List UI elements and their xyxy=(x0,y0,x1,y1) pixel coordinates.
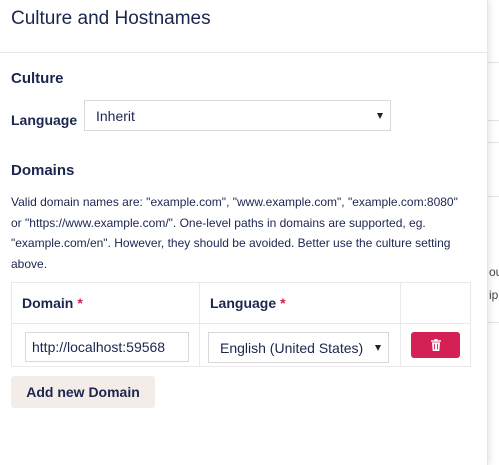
add-new-domain-button[interactable]: Add new Domain xyxy=(11,376,155,408)
background-divider xyxy=(488,322,499,323)
required-marker: * xyxy=(77,295,83,311)
dialog-header: Culture and Hostnames xyxy=(0,0,487,53)
caret-down-icon xyxy=(375,344,381,351)
background-divider xyxy=(488,142,499,143)
caret-down-icon xyxy=(377,112,383,119)
background-divider xyxy=(488,196,499,197)
domain-language-value: English (United States) xyxy=(220,339,364,356)
background-page: ou ip xyxy=(488,0,499,465)
trash-icon xyxy=(430,339,441,351)
culture-language-value: Inherit xyxy=(96,107,135,124)
background-text-fragment: ou xyxy=(489,265,499,279)
background-divider xyxy=(488,62,499,63)
domains-help-text: Valid domain names are: "example.com", "… xyxy=(11,195,458,271)
language-cell: English (United States) xyxy=(199,323,401,367)
culture-hostnames-dialog: Culture and Hostnames Culture Language I… xyxy=(0,0,488,465)
background-text-fragment: ip xyxy=(489,288,499,302)
domain-input[interactable] xyxy=(25,332,189,362)
domains-section-title: Domains xyxy=(11,162,75,179)
column-header-domain: Domain * xyxy=(11,282,200,324)
required-marker: * xyxy=(280,295,286,311)
culture-language-select[interactable]: Inherit xyxy=(84,100,391,131)
column-header-language-label: Language xyxy=(210,295,277,311)
background-divider xyxy=(488,120,499,121)
language-label: Language xyxy=(11,112,78,128)
column-header-actions xyxy=(400,282,471,324)
domains-table-header: Domain * Language * xyxy=(11,282,471,324)
domain-language-select[interactable]: English (United States) xyxy=(208,332,389,363)
domains-table: Domain* Language* English (United States… xyxy=(11,282,471,367)
actions-cell xyxy=(400,323,471,367)
culture-section-title: Culture xyxy=(11,70,64,87)
column-header-domain-label: Domain xyxy=(22,295,74,311)
dialog-title: Culture and Hostnames xyxy=(11,8,211,29)
delete-domain-button[interactable] xyxy=(411,332,460,358)
domain-cell xyxy=(11,323,200,367)
table-row: English (United States) xyxy=(11,323,471,367)
column-header-language: Language * xyxy=(199,282,401,324)
